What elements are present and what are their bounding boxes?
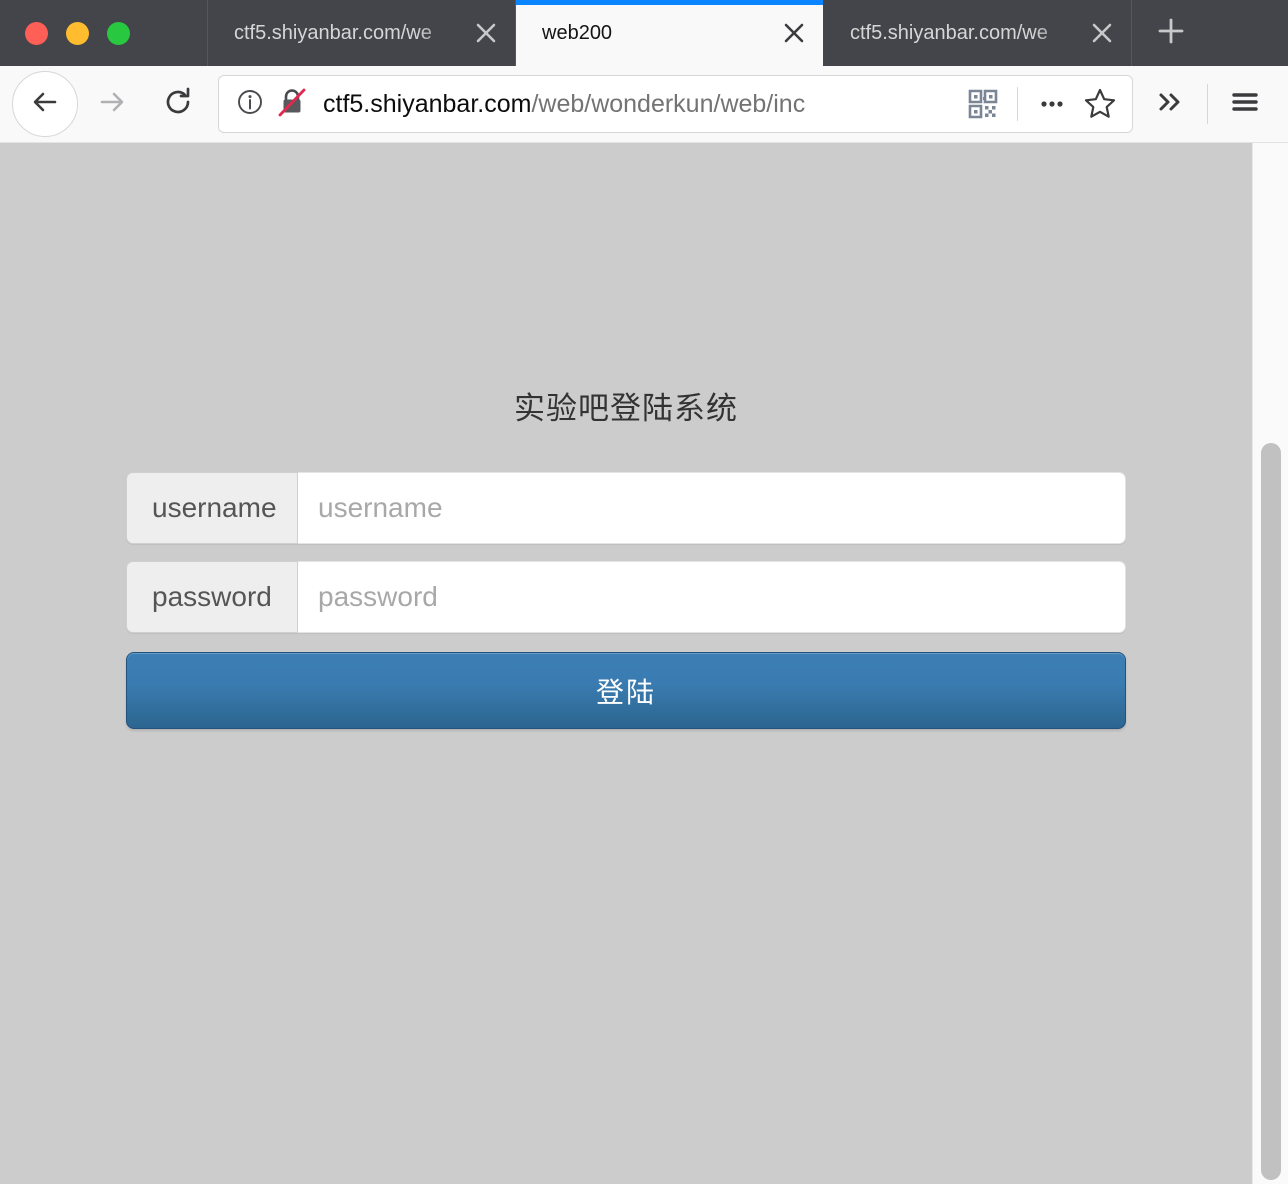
url-path: /web/wonderkun/web/inc: [531, 89, 806, 118]
tab-2[interactable]: ctf5.shiyanbar.com/we: [824, 0, 1132, 66]
browser-window: ctf5.shiyanbar.com/we web200 ctf5.shiyan…: [0, 0, 1288, 1184]
maximize-window-button[interactable]: [107, 21, 130, 45]
tab-strip: ctf5.shiyanbar.com/we web200 ctf5.shiyan…: [0, 0, 1288, 66]
username-input-group: username: [126, 472, 1126, 544]
login-submit-button[interactable]: 登陆: [126, 652, 1126, 729]
page-title: 实验吧登陆系统: [514, 391, 738, 426]
content-viewport: 实验吧登陆系统 username password 登陆: [0, 143, 1288, 1184]
username-input[interactable]: [298, 472, 1126, 544]
back-button[interactable]: [12, 71, 78, 137]
tab-1[interactable]: web200: [516, 0, 824, 66]
chevron-double-right-icon: [1153, 85, 1187, 124]
plus-icon: [1155, 15, 1187, 52]
reload-button[interactable]: [150, 76, 206, 132]
toolbar-divider: [1207, 84, 1208, 124]
arrow-left-icon: [28, 85, 62, 124]
overflow-button[interactable]: [1139, 75, 1201, 133]
tab-title: ctf5.shiyanbar.com/we: [234, 21, 432, 44]
crossed-out-lock-icon[interactable]: [277, 86, 307, 123]
toolbar-divider: [1017, 87, 1018, 121]
tab-0[interactable]: ctf5.shiyanbar.com/we: [208, 0, 516, 66]
window-controls: [0, 0, 208, 66]
arrow-right-icon: [95, 85, 129, 124]
site-identity[interactable]: [235, 86, 307, 123]
close-tab-icon[interactable]: [777, 16, 811, 50]
close-tab-icon[interactable]: [469, 16, 503, 50]
tab-title: web200: [542, 21, 613, 44]
forward-button: [84, 76, 140, 132]
password-addon-label: password: [126, 561, 298, 633]
password-input-group: password: [126, 561, 1126, 633]
url-text: ctf5.shiyanbar.com/web/wonderkun/web/inc: [323, 90, 959, 119]
page-actions-button[interactable]: [1028, 80, 1076, 128]
minimize-window-button[interactable]: [66, 21, 89, 45]
qr-code-icon[interactable]: [959, 80, 1007, 128]
password-input[interactable]: [298, 561, 1126, 633]
reload-icon: [161, 85, 195, 124]
page-scrollbar[interactable]: [1252, 143, 1288, 1184]
address-bar[interactable]: ctf5.shiyanbar.com/web/wonderkun/web/inc: [218, 75, 1133, 133]
bookmark-star-icon[interactable]: [1076, 80, 1124, 128]
scrollbar-thumb[interactable]: [1261, 443, 1281, 1180]
login-form: 实验吧登陆系统 username password 登陆: [126, 143, 1126, 729]
tab-title: ctf5.shiyanbar.com/we: [850, 21, 1048, 44]
address-bar-actions: [959, 80, 1124, 128]
app-menu-button[interactable]: [1214, 75, 1276, 133]
url-domain: ctf5.shiyanbar.com: [323, 89, 532, 118]
close-tab-icon[interactable]: [1085, 16, 1119, 50]
navigation-toolbar: ctf5.shiyanbar.com/web/wonderkun/web/inc: [0, 66, 1288, 143]
new-tab-button[interactable]: [1132, 0, 1210, 66]
web-page: 实验吧登陆系统 username password 登陆: [0, 143, 1252, 1184]
username-addon-label: username: [126, 472, 298, 544]
info-circle-icon[interactable]: [235, 87, 265, 122]
hamburger-menu-icon: [1228, 85, 1262, 124]
close-window-button[interactable]: [25, 21, 48, 45]
